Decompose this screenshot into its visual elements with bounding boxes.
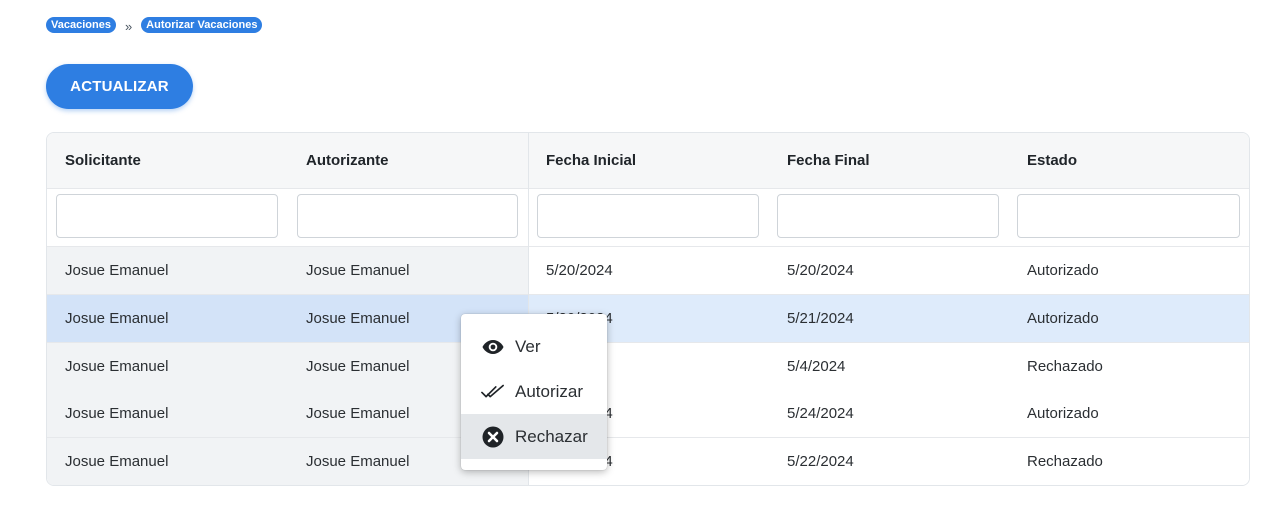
cell-solicitante: Josue Emanuel <box>65 310 169 327</box>
filter-input-fecha-final[interactable] <box>777 194 999 238</box>
cell-fecha-final: 5/4/2024 <box>787 358 846 375</box>
cell-fecha-final: 5/21/2024 <box>787 310 854 327</box>
table-row-selected[interactable]: Josue Emanuel Josue Emanuel 5/20/2024 5/… <box>47 295 1249 343</box>
cell-solicitante: Josue Emanuel <box>65 262 169 279</box>
filter-input-autorizante[interactable] <box>297 194 518 238</box>
table-row[interactable]: Josue Emanuel Josue Emanuel 5/4/2024 5/4… <box>47 343 1249 391</box>
actualizar-button[interactable]: ACTUALIZAR <box>46 64 193 109</box>
column-header-solicitante[interactable]: Solicitante <box>47 133 288 188</box>
table-row[interactable]: Josue Emanuel Josue Emanuel 5/22/2024 5/… <box>47 438 1249 485</box>
grid-filter-row <box>47 189 1249 247</box>
cell-autorizante: Josue Emanuel <box>306 262 410 279</box>
menu-item-label: Rechazar <box>515 426 588 446</box>
vacation-requests-grid: Solicitante Autorizante Fecha Inicial Fe… <box>46 132 1250 486</box>
menu-item-rechazar[interactable]: Rechazar <box>461 414 607 459</box>
cell-estado: Rechazado <box>1027 453 1103 470</box>
cell-estado: Autorizado <box>1027 310 1099 327</box>
table-row[interactable]: Josue Emanuel Josue Emanuel 5/24/2024 5/… <box>47 390 1249 438</box>
breadcrumb-item-vacaciones[interactable]: Vacaciones <box>46 17 116 33</box>
column-header-estado[interactable]: Estado <box>1009 133 1249 188</box>
cell-fecha-final: 5/24/2024 <box>787 405 854 422</box>
row-context-menu: Ver Autorizar Rechazar <box>461 314 607 470</box>
menu-item-label: Ver <box>515 336 541 356</box>
cell-fecha-final: 5/20/2024 <box>787 262 854 279</box>
cell-fecha-inicial: 5/20/2024 <box>546 262 613 279</box>
column-header-fecha-inicial[interactable]: Fecha Inicial <box>528 133 769 188</box>
cell-solicitante: Josue Emanuel <box>65 405 169 422</box>
circle-x-icon <box>481 425 505 449</box>
breadcrumb: Vacaciones » Autorizar Vacaciones <box>46 16 263 34</box>
cell-fecha-final: 5/22/2024 <box>787 453 854 470</box>
menu-item-label: Autorizar <box>515 381 584 401</box>
breadcrumb-item-autorizar-vacaciones[interactable]: Autorizar Vacaciones <box>141 17 263 33</box>
cell-estado: Rechazado <box>1027 358 1103 375</box>
breadcrumb-separator: » <box>124 18 133 34</box>
filter-input-estado[interactable] <box>1017 194 1240 238</box>
filter-input-fecha-inicial[interactable] <box>537 194 759 238</box>
cell-estado: Autorizado <box>1027 405 1099 422</box>
grid-header-row: Solicitante Autorizante Fecha Inicial Fe… <box>47 133 1249 189</box>
menu-item-ver[interactable]: Ver <box>461 324 607 369</box>
eye-icon <box>481 335 505 359</box>
cell-solicitante: Josue Emanuel <box>65 453 169 470</box>
table-row[interactable]: Josue Emanuel Josue Emanuel 5/20/2024 5/… <box>47 247 1249 295</box>
double-check-icon <box>481 380 505 404</box>
menu-item-autorizar[interactable]: Autorizar <box>461 369 607 414</box>
column-header-fecha-final[interactable]: Fecha Final <box>769 133 1009 188</box>
column-header-autorizante[interactable]: Autorizante <box>288 133 528 188</box>
cell-solicitante: Josue Emanuel <box>65 358 169 375</box>
cell-estado: Autorizado <box>1027 262 1099 279</box>
filter-input-solicitante[interactable] <box>56 194 278 238</box>
